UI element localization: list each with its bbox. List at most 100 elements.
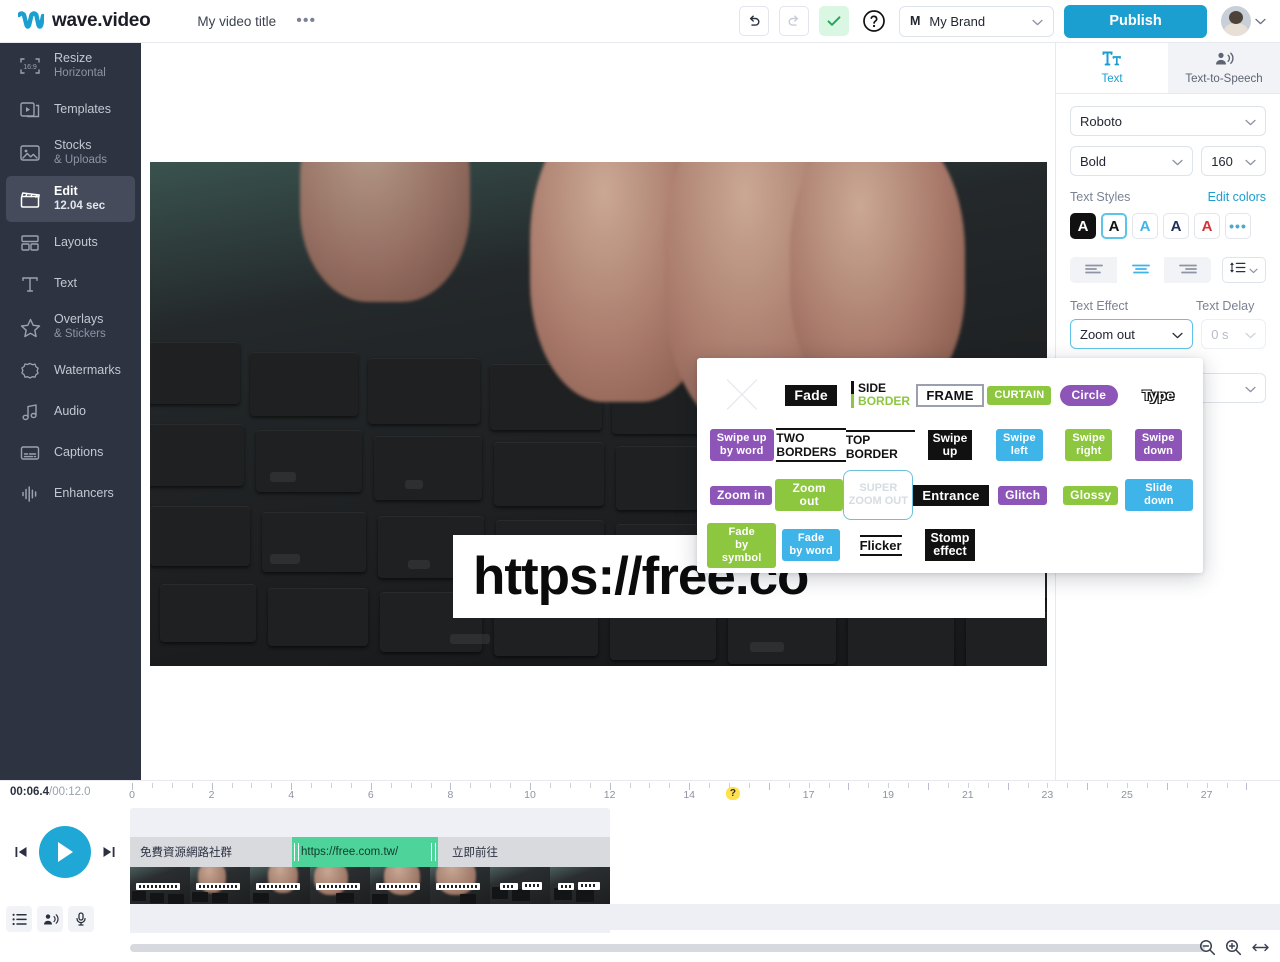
publish-button[interactable]: Publish [1064,4,1207,38]
fit-width-icon[interactable] [1251,941,1270,959]
speech-icon [1213,51,1235,70]
effect-side-border[interactable]: SIDE BORDER [846,370,915,420]
app-logo[interactable]: wave.video [16,10,151,32]
align-left-icon[interactable] [1070,257,1117,283]
microphone-icon[interactable] [68,906,94,932]
selected-text-clip[interactable]: https://free.com.tw/ [292,837,438,867]
style-blue[interactable]: A [1132,213,1158,239]
effect-type[interactable]: Type [1124,370,1193,420]
ruler-tick [410,783,412,788]
effect-swipe-right[interactable]: Swipe right [1054,420,1123,470]
style-black-fill[interactable]: A [1070,213,1096,239]
text-effect-select[interactable]: Zoom out [1070,319,1194,349]
effect-fade-by-symbol[interactable]: Fade by symbol [707,520,777,570]
account-menu[interactable] [1221,6,1266,36]
line-height-select[interactable] [1222,257,1266,283]
style-red[interactable]: A [1194,213,1220,239]
ruler-tick [669,783,671,788]
edit-colors-link[interactable]: Edit colors [1208,190,1266,204]
font-family-select[interactable]: Roboto [1070,106,1266,136]
effect-flicker[interactable]: Flicker [846,520,915,570]
audio-track-row[interactable] [130,904,1280,930]
track-placeholder-top[interactable] [130,808,610,837]
effect-none[interactable] [707,370,776,420]
sidebar-item-enhancers[interactable]: Enhancers [6,473,135,514]
effect-frame[interactable]: FRAME [915,370,984,420]
captions-icon [18,441,42,465]
effect-glitch[interactable]: Glitch [989,470,1057,520]
redo-button[interactable] [779,6,809,36]
video-thumbnail [130,867,190,907]
voiceover-icon[interactable] [37,906,63,932]
text-delay-select[interactable]: 0 s [1201,319,1266,349]
style-black-outline[interactable]: A [1101,213,1127,239]
sidebar-item-captions[interactable]: Captions [6,432,135,473]
ruler-label: 17 [802,789,815,801]
effect-glossy[interactable]: Glossy [1057,470,1125,520]
help-button[interactable] [859,6,889,36]
effect-slide-down[interactable]: Slide down [1124,470,1193,520]
effect-swipe-left[interactable]: Swipe left [985,420,1054,470]
list-icon[interactable] [6,906,32,932]
effect-circle[interactable]: Circle [1054,370,1123,420]
ruler-tick [1246,783,1248,790]
sidebar-item-edit[interactable]: Edit 12.04 sec [6,176,135,222]
saved-status-button[interactable] [819,6,849,36]
ruler-label: 6 [367,789,374,801]
text-clip-left-label: 免費資源網路社群 [140,847,232,859]
ruler-tick [1087,783,1089,790]
effect-zoom-in[interactable]: Zoom in [707,470,775,520]
effect-curtain[interactable]: CURTAIN [985,370,1054,420]
effect-swipe-up-by-word[interactable]: Swipe up by word [707,420,776,470]
ruler-tick [928,783,929,790]
play-button[interactable] [39,826,91,878]
effect-super-zoom-out[interactable]: SUPER ZOOM OUT [843,470,914,520]
chevron-down-icon [1245,114,1256,129]
sidebar-item-layouts[interactable]: Layouts [6,222,135,263]
video-track[interactable] [130,867,610,907]
font-size-select[interactable]: 160 [1201,146,1266,176]
zoom-out-icon[interactable] [1199,939,1216,961]
sidebar-item-watermarks[interactable]: Watermarks [6,350,135,391]
video-title[interactable]: My video title [197,14,276,29]
effect-swipe-up[interactable]: Swipe up [915,420,984,470]
align-center-icon[interactable] [1117,257,1164,283]
style-navy[interactable]: A [1163,213,1189,239]
style-more[interactable]: ••• [1225,213,1251,239]
video-thumbnail [430,867,490,907]
tab-text-to-speech[interactable]: Text-to-Speech [1168,43,1280,93]
undo-button[interactable] [739,6,769,36]
ruler-tick [151,783,153,788]
effect-two-borders[interactable]: TWO BORDERS [776,420,846,470]
ruler-tick [1027,783,1029,788]
tab-text[interactable]: Text [1056,43,1168,93]
title-more-button[interactable]: ••• [294,9,318,33]
text-track[interactable]: 免費資源網路社群 https://free.com.tw/ 立即前往 [130,837,610,867]
avatar[interactable] [1221,6,1251,36]
font-weight-select[interactable]: Bold [1070,146,1194,176]
sidebar-item-audio[interactable]: Audio [6,391,135,432]
ruler-question-badge[interactable]: ? [725,787,741,800]
zoom-in-icon[interactable] [1225,939,1242,961]
clip-handle-left[interactable] [294,843,299,861]
sidebar-item-resize[interactable]: 16:9 Resize Horizontal [6,43,135,89]
timeline-horizontal-scrollbar[interactable] [130,944,1205,952]
effect-swipe-down[interactable]: Swipe down [1124,420,1193,470]
sidebar-item-overlays[interactable]: Overlays & Stickers [6,304,135,350]
sidebar-item-templates[interactable]: Templates [6,89,135,130]
timeline-ruler[interactable]: 0 2 4 6 8 10 12 14 17 19 21 23 25 27? [129,783,1260,803]
sidebar-item-stocks[interactable]: Stocks & Uploads [6,130,135,176]
brand-selector[interactable]: M My Brand [899,5,1054,37]
align-right-icon[interactable] [1164,257,1211,283]
clip-handle-right[interactable] [431,843,436,861]
effect-fade[interactable]: Fade [776,370,845,420]
skip-next-icon[interactable] [102,845,116,859]
effect-zoom-out[interactable]: Zoom out [775,470,844,520]
effect-fade-by-word[interactable]: Fade by word [776,520,845,570]
skip-previous-icon[interactable] [14,845,28,859]
sidebar-item-text[interactable]: Text [6,263,135,304]
music-note-icon [18,400,42,424]
effect-top-border[interactable]: TOP BORDER [845,420,916,470]
effect-stomp[interactable]: Stomp effect [915,520,984,570]
effect-entrance[interactable]: Entrance [913,470,989,520]
